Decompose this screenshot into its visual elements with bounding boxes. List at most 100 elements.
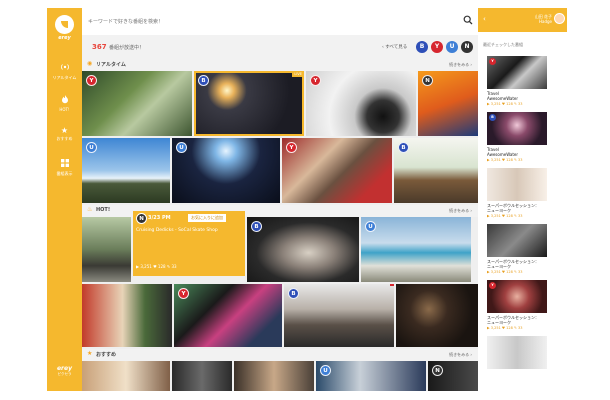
channel-badge: U: [86, 142, 97, 153]
program-tile[interactable]: Y: [282, 138, 392, 203]
bottom-logo-sub: ピクセラ: [57, 372, 72, 376]
live-tag: LIVE: [292, 71, 304, 77]
channel-badge: B: [251, 221, 262, 232]
section-title: リアルタイム: [96, 62, 126, 68]
show-all-link[interactable]: ‹ すべて見る: [382, 44, 407, 50]
live-count-suffix: 番組が放送中！: [109, 45, 145, 51]
avatar[interactable]: [554, 13, 565, 24]
channel-filter-n[interactable]: N: [461, 41, 473, 53]
sidebar-item-schedule[interactable]: 番組表示: [47, 158, 82, 177]
bottom-logo: erey ピクセラ: [47, 365, 82, 377]
app-logo[interactable]: [55, 15, 74, 34]
sidebar-item-realtime[interactable]: リアルタイム: [47, 62, 82, 81]
channel-badge: Y: [286, 142, 297, 153]
channel-badge: U: [320, 365, 331, 376]
section-realtime-header: ◉ リアルタイム 続きをみる ›: [82, 59, 478, 71]
recent-label-2: ニューヨーク: [487, 208, 511, 213]
recent-label-2: ニューヨーク: [487, 320, 511, 325]
channel-badge: Y: [489, 58, 496, 65]
channel-badge: B: [288, 288, 299, 299]
channel-badge: Y: [489, 282, 496, 289]
program-tile[interactable]: [172, 361, 232, 391]
star-icon: ★: [60, 126, 69, 135]
program-tile[interactable]: Y: [174, 284, 282, 347]
sidebar-item-label: リアルタイム: [52, 75, 77, 80]
program-tile[interactable]: U: [172, 138, 280, 203]
sidebar-item-hot[interactable]: HOT!: [47, 94, 82, 113]
program-tile[interactable]: N: [428, 361, 478, 391]
channel-filter-u[interactable]: U: [446, 41, 458, 53]
recent-thumb: Y: [487, 56, 547, 89]
channel-badge: Y: [86, 75, 97, 86]
recent-thumb: B: [487, 112, 547, 145]
add-favorite-button[interactable]: お気に入りに追加: [188, 214, 226, 222]
recent-stats: ▶ 3,251 ♥ 128 ✎ 33: [487, 214, 523, 218]
recent-thumb: Y: [487, 280, 547, 313]
program-tile[interactable]: U: [361, 217, 471, 282]
program-tile[interactable]: [82, 284, 172, 347]
right-panel: ‹ 山田 花子 Hadge 最近チェックした番組 Y Travel AwesomeW…: [478, 8, 567, 391]
channel-badge: Y: [178, 288, 189, 299]
search-icon[interactable]: [463, 15, 473, 25]
program-tile-highlighted[interactable]: B LIVE: [194, 71, 304, 136]
program-tile[interactable]: [82, 361, 170, 391]
search-bar: [82, 8, 478, 35]
sidebar-item-label: おすすめ: [56, 136, 73, 141]
see-more-label: 続きをみる: [449, 62, 470, 67]
program-tile[interactable]: U: [316, 361, 426, 391]
program-tile[interactable]: [82, 217, 131, 282]
recent-label: Travel AwesomeWater: [487, 147, 547, 157]
program-tile[interactable]: [396, 284, 478, 347]
flame-icon: ♨: [87, 206, 93, 213]
channel-filter-b[interactable]: B: [416, 41, 428, 53]
channel-filter-y[interactable]: Y: [431, 41, 443, 53]
recent-thumb: [487, 224, 547, 257]
featured-program-card[interactable]: N 3/23 PM お気に入りに追加 Cruising Dedicks - So…: [133, 211, 245, 276]
show-all-label: すべて見る: [385, 45, 408, 50]
section-recommend-header: ★ おすすめ 続きをみる ›: [82, 349, 478, 361]
program-tile[interactable]: B: [284, 284, 394, 347]
live-count: 367: [92, 43, 107, 51]
channel-badge: N: [432, 365, 443, 376]
featured-time: 3/23 PM: [148, 215, 171, 221]
channel-badge: U: [176, 142, 187, 153]
program-tile[interactable]: U: [82, 138, 170, 203]
section-title: HOT!: [96, 207, 111, 213]
see-more-link[interactable]: 続きをみる ›: [449, 208, 472, 214]
channel-badge: U: [365, 221, 376, 232]
recent-stats: ▶ 3,251 ♥ 128 ✎ 33: [487, 326, 523, 330]
program-tile[interactable]: [234, 361, 314, 391]
channel-badge: N: [422, 75, 433, 86]
program-tile[interactable]: B: [247, 217, 359, 282]
sidebar-item-label: HOT!: [59, 107, 70, 112]
recent-thumb: [487, 336, 547, 369]
recent-stats: ▶ 3,251 ♥ 128 ✎ 33: [487, 270, 523, 274]
section-title: おすすめ: [96, 352, 117, 358]
flame-icon: [47, 94, 82, 107]
recent-label: スーパーボウルセッション： ニューヨーク: [487, 315, 547, 325]
recent-label-2: ニューヨーク: [487, 264, 511, 269]
search-input[interactable]: [88, 16, 448, 28]
see-more-link[interactable]: 続きをみる ›: [449, 352, 472, 358]
recent-stats: ▶ 3,251 ♥ 128 ✎ 33: [487, 158, 523, 162]
recent-title: 最近チェックした番組: [483, 42, 523, 47]
channel-badge: B: [198, 75, 209, 86]
program-tile[interactable]: B: [394, 138, 478, 203]
featured-stats: ▶ 3,251 ♥ 128 ✎ 33: [136, 264, 177, 269]
recent-thumb: [487, 168, 547, 201]
status-row: 367 番組が放送中！ ‹ すべて見る B Y U N: [82, 35, 478, 59]
star-icon: ★: [87, 350, 93, 357]
bottom-logo-text: erey: [56, 365, 72, 372]
left-sidebar: erey リアルタイム HOT! ★ おすすめ 番組表示 erey ピクセラ: [47, 8, 82, 391]
see-more-label: 続きをみる: [449, 352, 470, 357]
recent-label: スーパーボウルセッション： ニューヨーク: [487, 259, 547, 269]
app-logo-text: erey: [58, 35, 71, 41]
back-icon[interactable]: ‹: [483, 15, 486, 23]
see-more-link[interactable]: 続きをみる ›: [449, 62, 472, 68]
program-tile[interactable]: N: [418, 71, 478, 136]
program-tile[interactable]: Y: [82, 71, 192, 136]
program-tile[interactable]: Y: [306, 71, 416, 136]
channel-badge: B: [398, 142, 409, 153]
sidebar-item-recommend[interactable]: ★ おすすめ: [47, 126, 82, 142]
see-more-label: 続きをみる: [449, 208, 470, 213]
